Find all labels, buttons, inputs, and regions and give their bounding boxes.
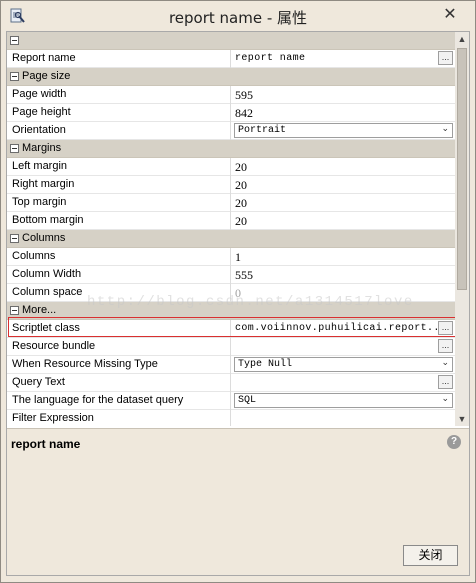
- property-row[interactable]: Column space 0: [7, 284, 455, 302]
- property-value[interactable]: report name: [232, 50, 455, 68]
- property-name: Top margin: [7, 194, 231, 212]
- ellipsis-button[interactable]: ...: [438, 339, 453, 353]
- category-row[interactable]: Page size: [7, 68, 455, 86]
- property-row[interactable]: Query Text...: [7, 374, 455, 392]
- property-name: Query Text: [7, 374, 231, 392]
- property-name: Page height: [7, 104, 231, 122]
- property-row[interactable]: Filter Expression: [7, 410, 455, 426]
- property-value[interactable]: 1: [232, 248, 455, 266]
- property-name: Page width: [7, 86, 231, 104]
- description-panel: report name ? 关闭: [7, 428, 469, 575]
- client-area: Report name report name... Page size Page w…: [6, 31, 470, 576]
- ellipsis-button[interactable]: ...: [438, 375, 453, 389]
- property-value[interactable]: com.voiinnov.puhuilicai.report...: [232, 320, 455, 338]
- property-row[interactable]: Columns 1: [7, 248, 455, 266]
- category-label: Margins: [22, 142, 62, 154]
- combo-value: SQL: [238, 395, 257, 406]
- category-row[interactable]: Margins: [7, 140, 455, 158]
- property-value[interactable]: [232, 410, 455, 426]
- combo-value: Type Null: [238, 359, 293, 370]
- help-icon[interactable]: ?: [447, 435, 461, 449]
- property-value[interactable]: 20: [232, 194, 455, 212]
- property-value[interactable]: [232, 338, 455, 356]
- property-row[interactable]: Scriptlet class com.voiinnov.puhuilicai.r…: [7, 320, 455, 338]
- property-row[interactable]: Top margin 20: [7, 194, 455, 212]
- property-row[interactable]: Left margin 20: [7, 158, 455, 176]
- property-value[interactable]: 555: [232, 266, 455, 284]
- chevron-down-icon[interactable]: ⌄: [441, 358, 449, 368]
- close-button[interactable]: 关闭: [403, 545, 458, 566]
- chevron-down-icon[interactable]: ⌄: [441, 124, 449, 134]
- property-name: Filter Expression: [7, 410, 231, 426]
- property-name: The language for the dataset query: [7, 392, 231, 410]
- property-name: Bottom margin: [7, 212, 231, 230]
- category-row[interactable]: Columns: [7, 230, 455, 248]
- property-value[interactable]: 20: [232, 212, 455, 230]
- property-combo[interactable]: SQL ⌄: [234, 393, 453, 408]
- property-name: When Resource Missing Type: [7, 356, 231, 374]
- property-name: Report name: [7, 50, 231, 68]
- chevron-down-icon[interactable]: ⌄: [441, 394, 449, 404]
- property-value[interactable]: 0: [232, 284, 455, 302]
- vertical-scrollbar[interactable]: ▲ ▼: [455, 32, 469, 426]
- description-title: report name: [11, 437, 81, 451]
- collapse-icon[interactable]: [10, 234, 19, 243]
- property-combo[interactable]: Portrait ⌄: [234, 123, 453, 138]
- collapse-icon[interactable]: [10, 36, 19, 45]
- property-name: Right margin: [7, 176, 231, 194]
- property-combo[interactable]: Type Null ⌄: [234, 357, 453, 372]
- property-grid: Report name report name... Page size Page w…: [7, 32, 455, 426]
- collapse-icon[interactable]: [10, 306, 19, 315]
- property-row[interactable]: Report name report name...: [7, 50, 455, 68]
- property-row[interactable]: Bottom margin 20: [7, 212, 455, 230]
- scroll-up-icon[interactable]: ▲: [455, 32, 469, 46]
- category-row[interactable]: [7, 32, 455, 50]
- property-name: Column space: [7, 284, 231, 302]
- property-name: Scriptlet class: [7, 320, 231, 338]
- property-row[interactable]: Page height 842: [7, 104, 455, 122]
- ellipsis-button[interactable]: ...: [438, 321, 453, 335]
- property-row[interactable]: Column Width 555: [7, 266, 455, 284]
- properties-window: report name - 属性 ✕ Report name report nam…: [0, 0, 476, 583]
- property-value[interactable]: 20: [232, 158, 455, 176]
- property-value[interactable]: 20: [232, 176, 455, 194]
- category-label: More...: [22, 304, 57, 316]
- property-value[interactable]: 595: [232, 86, 455, 104]
- property-name: Orientation: [7, 122, 231, 140]
- window-title: report name - 属性: [168, 9, 308, 27]
- property-name: Columns: [7, 248, 231, 266]
- collapse-icon[interactable]: [10, 144, 19, 153]
- property-name: Resource bundle: [7, 338, 231, 356]
- category-label: Columns: [22, 232, 66, 244]
- title-bar[interactable]: report name - 属性 ✕: [1, 1, 475, 31]
- property-row[interactable]: When Resource Missing Type Type Null ⌄: [7, 356, 455, 374]
- close-window-icon[interactable]: ✕: [439, 5, 461, 25]
- property-value[interactable]: [232, 374, 455, 392]
- property-name: Column Width: [7, 266, 231, 284]
- scroll-thumb[interactable]: [457, 48, 467, 290]
- scroll-down-icon[interactable]: ▼: [455, 412, 469, 426]
- category-label: Page size: [22, 70, 71, 82]
- combo-value: Portrait: [238, 125, 287, 136]
- ellipsis-button[interactable]: ...: [438, 51, 453, 65]
- property-row[interactable]: Orientation Portrait ⌄: [7, 122, 455, 140]
- category-row[interactable]: More...: [7, 302, 455, 320]
- property-row[interactable]: The language for the dataset query SQL ⌄: [7, 392, 455, 410]
- property-row[interactable]: Resource bundle...: [7, 338, 455, 356]
- collapse-icon[interactable]: [10, 72, 19, 81]
- property-name: Left margin: [7, 158, 231, 176]
- property-row[interactable]: Right margin 20: [7, 176, 455, 194]
- property-value[interactable]: 842: [232, 104, 455, 122]
- property-row[interactable]: Page width 595: [7, 86, 455, 104]
